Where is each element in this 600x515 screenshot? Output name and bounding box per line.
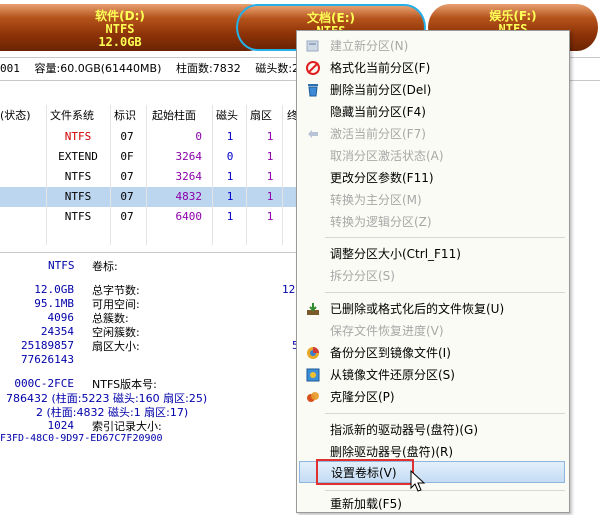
menu-item-to-primary[interactable]: 转换为主分区(M): [299, 189, 565, 211]
menu-item-hide[interactable]: 隐藏当前分区(F4): [299, 101, 565, 123]
grid-line: [110, 105, 111, 245]
index-size-value: 1024: [47, 419, 75, 432]
grid-line: [282, 105, 283, 245]
menu-item-reload[interactable]: 重新加载(F5): [299, 493, 565, 515]
partition-name: 软件(D:): [95, 9, 145, 23]
disk-id: 001: [0, 62, 20, 75]
cell-fs: EXTEND: [58, 150, 98, 163]
cell-cyl: 6400: [175, 210, 203, 223]
index-size-label: 索引记录大小:: [92, 420, 162, 433]
cell-head: 1: [226, 190, 234, 203]
grid-line: [246, 105, 247, 245]
grid-line: [212, 105, 213, 245]
menu-item-backup-image[interactable]: 备份分区到镜像文件(I): [299, 342, 565, 364]
volume-guid: F3FD-48C0-9D97-ED67C7F20900: [0, 433, 163, 444]
mouse-cursor-icon: [410, 469, 426, 497]
menu-separator: [325, 490, 565, 491]
col-header-id[interactable]: 标识: [114, 105, 144, 127]
cell-fs: NTFS: [64, 170, 92, 183]
cell-cyl: 0: [195, 130, 202, 143]
menu-item-change-params[interactable]: 更改分区参数(F11): [299, 167, 565, 189]
cell-head: 1: [226, 210, 234, 223]
cell-cyl: 4832: [175, 190, 203, 203]
menu-separator: [325, 292, 565, 293]
free-size-value: 95.1MB: [34, 297, 74, 310]
menu-item-to-logical[interactable]: 转换为逻辑分区(Z): [299, 211, 565, 233]
menu-item-delete[interactable]: 删除当前分区(Del): [299, 79, 565, 101]
table-row[interactable]: NTFS 07 6400 1 1: [0, 207, 300, 227]
highlight-box: [316, 459, 414, 485]
menu-item-new-partition[interactable]: 建立新分区(N): [299, 35, 565, 57]
cell-sector: 1: [266, 170, 274, 183]
cell-id: 0F: [120, 150, 134, 163]
col-header-head[interactable]: 磁头: [216, 105, 246, 127]
cell-id: 07: [120, 210, 134, 223]
menu-item-resize[interactable]: 调整分区大小(Ctrl_F11): [299, 243, 565, 265]
context-menu: 建立新分区(N) 格式化当前分区(F) 删除当前分区(Del) 隐藏当前分区(F…: [296, 30, 570, 513]
cell-head: 1: [226, 130, 234, 143]
cell-cyl: 3264: [175, 170, 203, 183]
serial-number: 000C-2FCE: [14, 377, 74, 390]
trash-icon: [305, 82, 321, 98]
col-header-fs[interactable]: 文件系统: [50, 105, 106, 127]
recover-icon: [305, 301, 321, 317]
menu-item-save-progress[interactable]: 保存文件恢复进度(V): [299, 320, 565, 342]
format-icon: [305, 60, 321, 76]
cell-fs: NTFS: [64, 190, 92, 203]
cell-head: 1: [226, 170, 234, 183]
table-row[interactable]: NTFS 07 3264 1 1: [0, 167, 300, 187]
partition-detail-panel: NTFS 卷标: 12.0GB 总字节数: 128 95.1MB 可用空间: 4…: [0, 252, 302, 512]
new-partition-icon: [305, 38, 321, 54]
free-clusters-value: 24354: [40, 325, 74, 338]
restore-icon: [305, 367, 321, 383]
menu-item-activate[interactable]: 激活当前分区(F7): [299, 123, 565, 145]
total-size-value: 12.0GB: [34, 283, 74, 296]
table-row[interactable]: EXTEND 0F 3264 0 1: [0, 147, 300, 167]
disk-cylinders: 柱面数:7832: [176, 62, 241, 75]
sector-size-label: 扇区大小:: [92, 340, 140, 353]
cell-fs: NTFS: [64, 130, 92, 143]
clone-icon: [305, 389, 321, 405]
menu-item-deactivate[interactable]: 取消分区激活状态(A): [299, 145, 565, 167]
table-row-selected[interactable]: NTFS 07 4832 1 1: [0, 187, 300, 207]
menu-item-restore-image[interactable]: 从镜像文件还原分区(S): [299, 364, 565, 386]
cell-sector: 1: [266, 130, 274, 143]
col-header-start-cyl[interactable]: 起始柱面: [152, 105, 208, 127]
cell-cyl: 3264: [175, 150, 203, 163]
table-row[interactable]: NTFS 07 0 1 1: [0, 127, 300, 147]
backup-icon: [305, 345, 321, 361]
last-value: 77626143: [21, 353, 74, 366]
activate-icon: [305, 126, 321, 142]
cell-id: 07: [120, 190, 134, 203]
menu-separator: [325, 413, 565, 414]
cell-sector: 1: [266, 190, 274, 203]
sectors-value: 25189857: [21, 339, 74, 352]
cell-head: 0: [226, 150, 234, 163]
menu-item-assign-drive-letter[interactable]: 指派新的驱动器号(盘符)(G): [299, 419, 565, 441]
volume-label-label: 卷标:: [92, 260, 118, 273]
menu-separator: [325, 237, 565, 238]
disk-capacity: 容量:60.0GB(61440MB): [34, 62, 162, 75]
menu-item-file-recovery[interactable]: 已删除或格式化后的文件恢复(U): [299, 298, 565, 320]
cell-id: 07: [120, 130, 134, 143]
detail-fs: NTFS: [48, 259, 75, 272]
cluster-size-value: 4096: [47, 311, 75, 324]
cell-sector: 1: [266, 150, 274, 163]
partition-bar-d[interactable]: 软件(D:) NTFS 12.0GB: [0, 4, 270, 51]
grid-line: [46, 105, 47, 245]
grid-line: [146, 105, 147, 245]
partition-size: 12.0GB: [98, 35, 142, 49]
col-header-status[interactable]: (状态): [0, 105, 36, 127]
cell-id: 07: [120, 170, 134, 183]
menu-item-clone[interactable]: 克隆分区(P): [299, 386, 565, 408]
cell-fs: NTFS: [64, 210, 92, 223]
menu-item-split[interactable]: 拆分分区(S): [299, 265, 565, 287]
cell-sector: 1: [266, 210, 274, 223]
col-header-sector[interactable]: 扇区: [250, 105, 280, 127]
menu-item-format[interactable]: 格式化当前分区(F): [299, 57, 565, 79]
